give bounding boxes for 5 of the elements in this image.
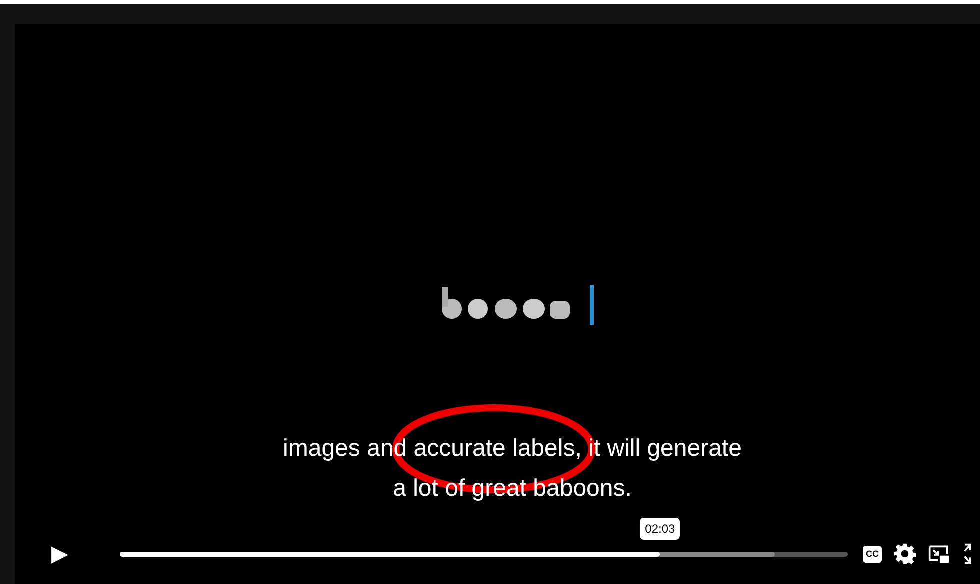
time-tooltip: 02:03 — [640, 518, 680, 540]
captions-button[interactable]: CC — [863, 546, 882, 562]
picture-in-picture-icon[interactable] — [928, 543, 950, 565]
settings-icon[interactable] — [894, 543, 916, 565]
play-button[interactable]: ▶ — [45, 539, 75, 569]
